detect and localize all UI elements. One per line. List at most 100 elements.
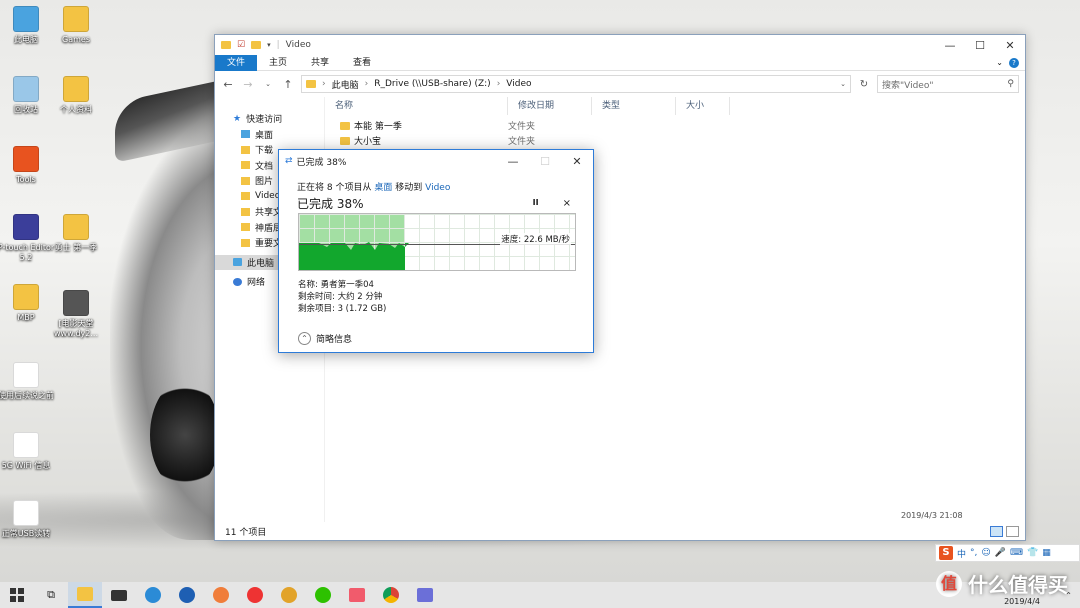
app-purple-icon [417,588,433,602]
taskbar-app-7[interactable] [408,582,442,608]
close-button[interactable]: ✕ [995,39,1025,52]
taskbar-app-2[interactable] [170,582,204,608]
desktop-item-icon [13,362,39,388]
taskbar-app-4[interactable] [238,582,272,608]
desktop-item-label: 个人资料 [60,105,92,114]
task-view-button[interactable]: ⧉ [34,582,68,608]
folder-icon [340,121,350,130]
quick-access-toolbar: ☑ ▾ | [221,40,280,50]
source-link[interactable]: 桌面 [374,183,392,193]
nav-item[interactable]: 桌面 [215,127,324,143]
app-gold-icon [281,587,297,603]
column-type[interactable]: 类型 [592,97,676,115]
tab-file[interactable]: 文件 [215,54,258,71]
ime-punct[interactable]: °, [970,548,977,558]
tab-view[interactable]: 查看 [341,55,383,71]
expand-ribbon-icon[interactable]: ⌄ [996,58,1003,67]
taskbar-chrome[interactable] [374,582,408,608]
sogou-logo-icon[interactable]: S [939,546,953,560]
taskbar-wechat[interactable] [306,582,340,608]
item-count: 11 个项目 [225,527,267,538]
ime-toolbox-icon[interactable]: ▦ [1042,548,1051,558]
file-name: 本能 第一季 [354,122,402,133]
details-view-button[interactable] [990,525,1003,537]
folder-icon [241,176,250,185]
taskbar-app-5[interactable] [272,582,306,608]
new-folder-icon[interactable] [251,41,262,49]
taskbar-app-1[interactable] [136,582,170,608]
taskbar-app-3[interactable] [204,582,238,608]
table-row[interactable]: 本能 第一季 2019/4/3 21:08 文件夹 [325,118,1025,520]
ime-emoji-icon[interactable]: ☺ [981,548,990,558]
dialog-titlebar: ⇄ 已完成 38% — ☐ ✕ [279,150,593,172]
dialog-percent: 已完成 38% II × [297,197,571,211]
folder-icon [241,238,250,247]
desktop-icon[interactable]: Tools [0,146,56,185]
address-dropdown-icon[interactable]: ⌄ [840,80,850,88]
dialog-minimize-button[interactable]: — [497,155,529,168]
ime-lang[interactable]: 中 [957,547,966,560]
taskbar-mail[interactable] [102,582,136,608]
desktop-icon[interactable]: 使用后续说之前 [0,362,56,401]
desktop-icon[interactable]: 5G WiFi 信息 [0,432,56,471]
tab-home[interactable]: 主页 [257,55,299,71]
search-icon: ⚲ [1007,79,1014,89]
app-pink-icon [349,588,365,602]
help-icon[interactable]: ? [1009,57,1019,68]
large-icons-view-button[interactable] [1006,525,1019,537]
app-blue-icon [179,587,195,603]
dialog-maximize-button: ☐ [540,154,550,168]
up-arrow-icon[interactable]: ↑ [281,78,295,91]
file-type: 文件夹 [508,122,536,133]
desktop-icon[interactable]: 正常USB读转 [0,500,56,539]
properties-icon[interactable]: ☑ [237,40,245,50]
ime-skin-icon[interactable]: 👕 [1027,548,1038,558]
desktop-icon[interactable]: Games [46,6,106,45]
address-bar[interactable]: › 此电脑 › R_Drive (\\USB-share) (Z:) › Vid… [301,75,851,93]
desktop-item-icon [13,284,39,310]
back-arrow-icon[interactable]: ← [221,78,235,91]
refresh-icon[interactable]: ↻ [857,79,871,90]
destination-link[interactable]: Video [425,183,450,193]
forward-arrow-icon[interactable]: → [241,78,255,91]
file-move-icon: ⇄ [285,156,293,166]
breadcrumb-drive[interactable]: R_Drive (\\USB-share) (Z:) [374,79,490,89]
chevron-up-icon: ⌃ [298,332,311,345]
desktop-item-icon [13,214,39,240]
desktop-item-label: Games [62,35,90,44]
desktop-item-icon [13,500,39,526]
table-row[interactable]: 大小宝 2019/4/3 21:08 文件夹 [325,133,1025,520]
cancel-button[interactable]: × [563,198,571,209]
desktop-item-label: [电影天堂 www.dy2... [54,319,98,338]
windows-logo-icon [10,588,24,602]
pause-button[interactable]: II [533,198,539,209]
fewer-details-button[interactable]: ⌃ 简略信息 [298,332,352,345]
taskbar-app-6[interactable] [340,582,374,608]
tab-share[interactable]: 共享 [299,55,341,71]
breadcrumb-video[interactable]: Video [506,79,531,89]
dialog-close-button[interactable]: ✕ [561,155,593,168]
minimize-button[interactable]: — [935,39,965,52]
column-size[interactable]: 大小 [676,97,730,115]
ime-voice-icon[interactable]: 🎤 [995,548,1006,558]
recent-dropdown-icon[interactable]: ⌄ [261,80,275,88]
search-input[interactable]: 搜索"Video" ⚲ [877,75,1019,93]
transfer-speed-graph: 速度: 22.6 MB/秒 [298,213,576,271]
desktop-item-icon [13,146,39,172]
column-name[interactable]: 名称 [325,97,508,115]
desktop-icon[interactable]: 勇士 第一季 [46,214,106,253]
customize-dropdown-icon[interactable]: ▾ [267,41,271,49]
folder-icon [241,145,250,154]
watermark-logo-icon: 值 [936,570,962,597]
taskbar-explorer[interactable] [68,582,102,608]
desktop-icon[interactable]: 个人资料 [46,76,106,115]
move-progress-dialog: ⇄ 已完成 38% — ☐ ✕ 正在将 8 个项目从 桌面 移动到 Video … [278,149,594,353]
maximize-button[interactable]: ☐ [965,39,995,52]
breadcrumb-this-pc[interactable]: 此电脑 [332,78,359,91]
ime-keyboard-icon[interactable]: ⌨ [1010,548,1023,558]
column-date[interactable]: 修改日期 [508,97,592,115]
start-button[interactable] [0,582,34,608]
desktop-item-icon [13,432,39,458]
desktop-icon[interactable]: [电影天堂 www.dy2... [46,290,106,339]
nav-quick-access[interactable]: ★ 快速访问 [215,111,324,127]
